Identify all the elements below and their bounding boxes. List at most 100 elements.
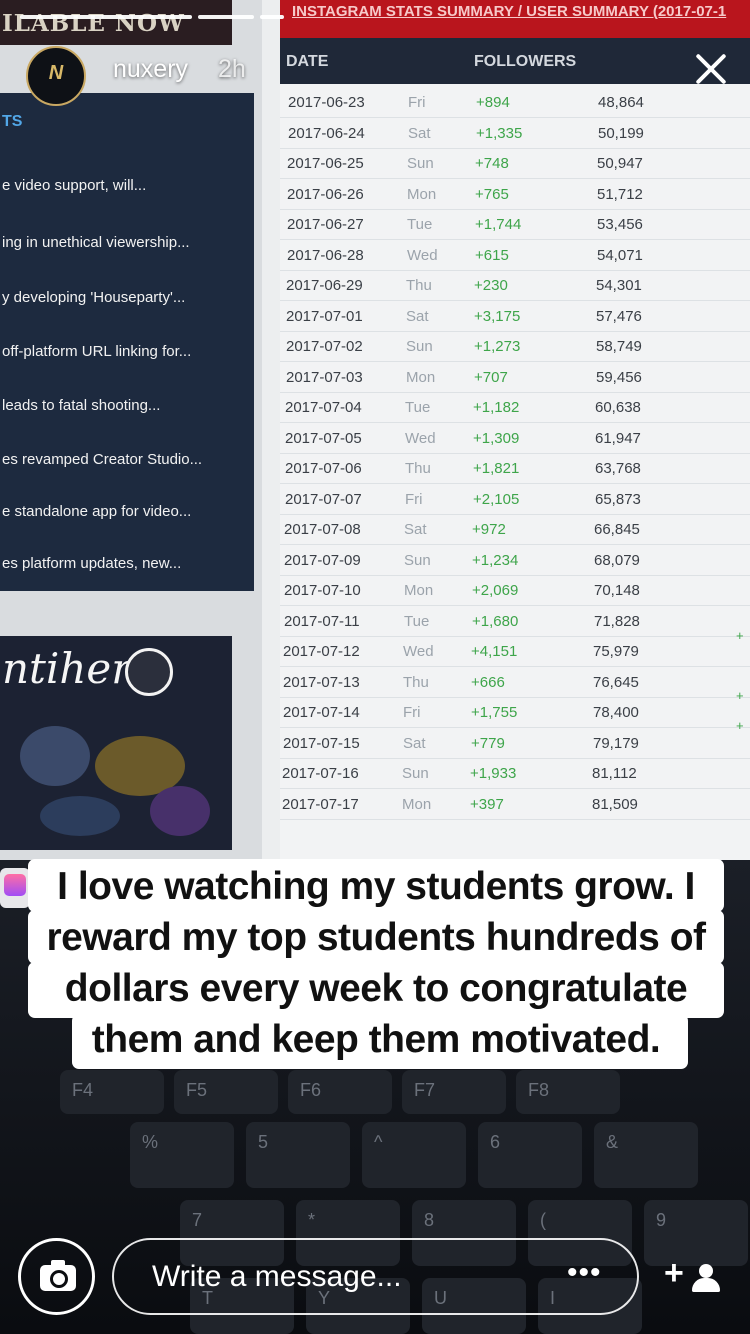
table-row: 2017-07-05 Wed +1,309 61,947 <box>280 424 750 454</box>
row-gain: +1,821 <box>473 460 520 477</box>
close-icon[interactable] <box>694 52 728 86</box>
row-gain: +2,069 <box>472 582 519 599</box>
game-banner: ntihero <box>0 636 232 850</box>
row-date: 2017-06-25 <box>287 155 364 172</box>
keyboard-key: F6 <box>288 1070 392 1114</box>
row-total: 53,456 <box>597 216 643 233</box>
row-day: Mon <box>406 368 436 386</box>
game-scene-shape <box>40 796 120 836</box>
avatar-monogram: N <box>48 62 64 84</box>
row-date: 2017-06-29 <box>286 277 363 294</box>
person-head-shape <box>699 1264 713 1278</box>
row-total: 50,199 <box>598 124 644 142</box>
column-followers: FOLLOWERS <box>474 53 577 70</box>
caption-line: dollars every week to congratulate <box>64 967 688 1010</box>
key-label: ( <box>540 1210 546 1230</box>
avatar[interactable]: N <box>26 46 86 106</box>
row-total: 50,947 <box>597 155 643 172</box>
table-row: 2017-07-06 Thu +1,821 63,768 <box>280 454 750 484</box>
person-body-shape <box>692 1278 720 1292</box>
table-row: 2017-06-25 Sun +748 50,947 <box>280 149 750 179</box>
row-total: 81,509 <box>592 795 638 813</box>
edge-sign: + <box>736 628 744 643</box>
banner-text: ILABLE NOW <box>0 0 232 45</box>
stats-header-bar: INSTAGRAM STATS SUMMARY / USER SUMMARY (… <box>280 0 750 38</box>
row-total: 65,873 <box>595 490 641 508</box>
key-label: * <box>308 1210 316 1230</box>
row-day: Mon <box>404 582 434 599</box>
key-label: F6 <box>300 1080 322 1100</box>
news-heading: TS <box>2 113 23 130</box>
news-item: e video support, will... <box>2 177 147 194</box>
camera-button[interactable] <box>18 1238 95 1315</box>
stats-table-pane: INSTAGRAM STATS SUMMARY / USER SUMMARY (… <box>280 0 750 860</box>
table-row: 2017-07-07 Fri +2,105 65,873 <box>280 485 750 515</box>
row-day: Wed <box>405 429 436 447</box>
instagram-story-view: ILABLE NOW TS e video support, will... i… <box>0 0 750 1334</box>
row-day: Sun <box>402 765 429 782</box>
keyboard-key: F8 <box>516 1070 620 1114</box>
key-label: 6 <box>490 1132 501 1152</box>
row-date: 2017-06-28 <box>287 246 364 264</box>
keyboard-key: % <box>130 1122 234 1188</box>
row-total: 68,079 <box>594 551 640 569</box>
table-row: 2017-07-10 Mon +2,069 70,148 <box>280 576 750 606</box>
news-item: y developing 'Houseparty'... <box>2 289 186 306</box>
row-day: Thu <box>403 673 429 691</box>
row-day: Mon <box>407 185 437 203</box>
story-photo-background: ILABLE NOW TS e video support, will... i… <box>0 0 750 860</box>
music-app-icon <box>0 868 30 908</box>
row-gain: +3,175 <box>474 307 521 325</box>
news-panel: TS e video support, will... ing in uneth… <box>0 93 254 591</box>
table-row: 2017-07-01 Sat +3,175 57,476 <box>280 302 750 332</box>
row-gain: +779 <box>471 734 505 752</box>
row-day: Fri <box>405 490 423 508</box>
plus-glyph: + <box>664 1254 684 1292</box>
key-label: % <box>142 1132 159 1152</box>
username[interactable]: nuxery <box>113 55 188 84</box>
row-day: Sun <box>406 338 433 355</box>
keyboard-key: 6 <box>478 1122 582 1188</box>
key-label: F8 <box>528 1080 550 1100</box>
message-input[interactable]: Write a message... ••• <box>112 1238 639 1315</box>
row-total: 75,979 <box>593 643 639 660</box>
row-date: 2017-06-24 <box>288 124 365 142</box>
row-gain: +1,755 <box>471 704 518 721</box>
table-row: 2017-07-02 Sun +1,273 58,749 <box>280 332 750 362</box>
row-day: Wed <box>403 643 434 660</box>
add-person-icon[interactable]: + <box>664 1254 724 1296</box>
table-row: 2017-06-28 Wed +615 54,071 <box>280 241 750 271</box>
row-total: 48,864 <box>598 94 644 111</box>
key-label: 7 <box>192 1210 203 1230</box>
table-row: 2017-07-13 Thu +666 76,645 <box>280 668 750 698</box>
row-date: 2017-06-27 <box>287 216 364 233</box>
news-site-pane: ILABLE NOW TS e video support, will... i… <box>0 0 262 860</box>
table-row: 2017-06-26 Mon +765 51,712 <box>280 180 750 210</box>
news-item: leads to fatal shooting... <box>2 397 161 414</box>
table-row: 2017-07-14 Fri +1,755 78,400 <box>280 698 750 728</box>
table-row: 2017-07-17 Mon +397 81,509 <box>280 790 750 820</box>
row-gain: +765 <box>475 185 509 203</box>
camera-icon <box>40 1260 76 1291</box>
key-label: 8 <box>424 1210 435 1230</box>
caption-line: them and keep them motivated. <box>91 1018 661 1061</box>
row-gain: +1,309 <box>473 429 520 447</box>
table-row: 2017-07-16 Sun +1,933 81,112 <box>280 759 750 789</box>
row-total: 61,947 <box>595 429 641 447</box>
table-row: 2017-07-11 Tue +1,680 71,828 <box>280 607 750 637</box>
row-day: Tue <box>405 399 431 416</box>
more-options-icon[interactable]: ••• <box>567 1256 602 1290</box>
row-date: 2017-07-05 <box>285 429 362 447</box>
row-total: 60,638 <box>595 399 641 416</box>
table-row: 2017-06-23 Fri +894 48,864 <box>280 88 750 118</box>
table-row: 2017-07-08 Sat +972 66,845 <box>280 515 750 545</box>
table-row: 2017-07-09 Sun +1,234 68,079 <box>280 546 750 576</box>
news-item: e standalone app for video... <box>2 503 192 520</box>
row-date: 2017-07-03 <box>286 368 363 386</box>
keyboard-key: F4 <box>60 1070 164 1114</box>
news-item: es revamped Creator Studio... <box>2 451 203 468</box>
row-gain: +4,151 <box>471 643 518 660</box>
keyboard-key: ^ <box>362 1122 466 1188</box>
caption-line: reward my top students hundreds of <box>46 916 706 959</box>
row-date: 2017-07-07 <box>285 490 362 508</box>
